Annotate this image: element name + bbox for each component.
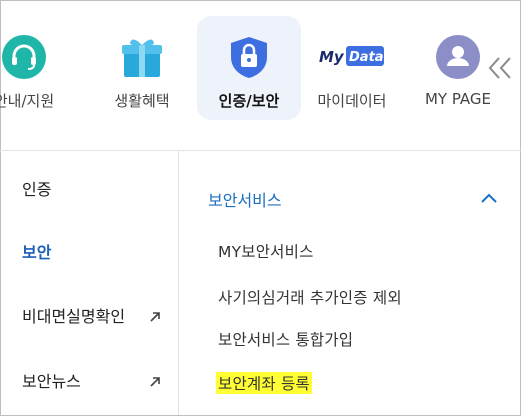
top-nav: 안내/지원 생활혜택 인증/보안 My Data 마이데이터 MY PAGE <box>0 0 521 150</box>
external-arrow-icon <box>150 312 160 322</box>
left-menu-item-security[interactable]: 보안 <box>22 239 51 263</box>
nav-label-auth-security: 인증/보안 <box>218 92 280 110</box>
double-chevron-left-icon[interactable] <box>486 55 514 81</box>
section-title-security-service[interactable]: 보안서비스 <box>208 187 282 211</box>
left-menu-item-nonface-verification[interactable]: 비대면실명확인 <box>22 303 125 327</box>
mydata-logo-data: Data <box>349 50 384 65</box>
headset-icon <box>2 35 46 79</box>
shield-lock-icon <box>231 37 267 78</box>
submenu-item-integrated-signup[interactable]: 보안서비스 통합가입 <box>218 328 353 350</box>
nav-label-support: 안내/지원 <box>0 92 55 110</box>
gift-icon <box>122 39 162 77</box>
nav-item-mydata[interactable]: My Data 마이데이터 <box>300 16 404 120</box>
submenu-item-my-security-service[interactable]: MY보안서비스 <box>218 240 314 262</box>
vertical-divider <box>178 151 179 415</box>
nav-label-mydata: 마이데이터 <box>317 92 387 110</box>
submenu-item-fraud-exclusion[interactable]: 사기의심거래 추가인증 제외 <box>218 286 402 308</box>
nav-label-mypage: MY PAGE <box>424 90 492 108</box>
chevron-up-icon[interactable] <box>480 192 498 204</box>
left-menu-item-security-news[interactable]: 보안뉴스 <box>22 368 81 392</box>
nav-item-auth-security[interactable]: 인증/보안 <box>197 16 301 120</box>
submenu-item-register-security-account[interactable]: 보안계좌 등록 <box>216 372 312 394</box>
left-menu-item-auth[interactable]: 인증 <box>22 176 51 200</box>
mydata-logo-icon: My Data <box>319 46 384 66</box>
nav-label-benefits: 생활혜택 <box>114 92 170 110</box>
user-avatar-icon <box>436 35 480 79</box>
nav-item-support[interactable]: 안내/지원 <box>0 16 76 120</box>
mydata-logo-my: My <box>319 48 345 66</box>
nav-item-benefits[interactable]: 생활혜택 <box>90 16 194 120</box>
external-arrow-icon <box>150 377 160 387</box>
